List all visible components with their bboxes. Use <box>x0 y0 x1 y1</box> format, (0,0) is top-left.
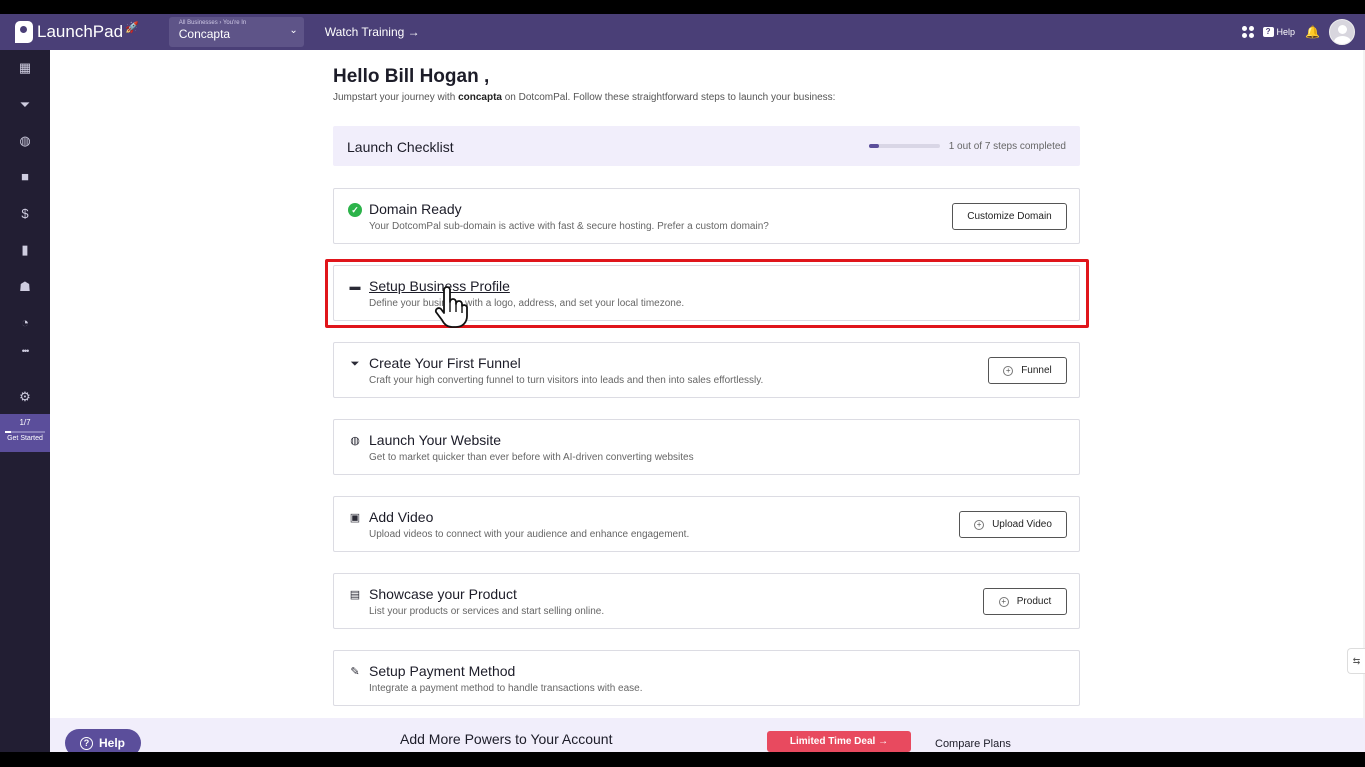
checklist-steps-text: 1 out of 7 steps completed <box>948 141 1066 152</box>
feedback-icon: ⇆ <box>1352 656 1361 666</box>
checklist-progress-bar <box>869 144 940 148</box>
sidebar-settings-icon[interactable]: ⚙ <box>17 389 33 405</box>
step-title[interactable]: Showcase your Product <box>369 586 517 602</box>
apps-grid-icon[interactable] <box>1241 26 1254 38</box>
sidebar-history-icon[interactable]: ◔ <box>17 315 33 331</box>
get-started-progress <box>5 431 45 433</box>
top-black-strip <box>0 0 1365 14</box>
step-action-label: Funnel <box>1021 365 1052 376</box>
step-title[interactable]: Setup Payment Method <box>369 663 515 679</box>
top-right-actions: ? Help 🔔 <box>1241 14 1365 50</box>
rocket-icon: 🚀 <box>125 21 139 34</box>
help-chat-icon: ? <box>1262 27 1274 37</box>
launchpad-logo[interactable]: LaunchPad 🚀 <box>15 21 139 43</box>
subtitle-suffix: on DotcomPal. Follow these straightforwa… <box>501 92 836 103</box>
checklist-title: Launch Checklist <box>347 139 454 155</box>
help-top-button[interactable]: ? Help <box>1262 27 1296 37</box>
help-floating-button[interactable]: ? Help <box>65 729 141 752</box>
plus-circle-icon: + <box>998 596 1009 607</box>
sidebar-contacts-icon[interactable]: ☗ <box>17 279 33 295</box>
step-action-button[interactable]: Customize Domain <box>952 203 1067 230</box>
check-circle-icon: ✓ <box>348 203 362 217</box>
step-description: Get to market quicker than ever before w… <box>369 452 694 463</box>
step-action-label: Upload Video <box>992 519 1052 530</box>
avatar[interactable] <box>1329 19 1355 45</box>
watch-training-link[interactable]: Watch Training → <box>325 25 420 39</box>
step-card-create-your-first-funnel[interactable]: ⏷ Create Your First Funnel Craft your high… <box>333 342 1080 398</box>
help-top-label: Help <box>1276 27 1296 37</box>
step-icon-add-video: ▣ <box>349 512 361 524</box>
step-card-domain-ready[interactable]: ✓ Domain Ready Your DotcomPal sub-domain i… <box>333 188 1080 244</box>
plus-circle-icon: + <box>974 519 985 530</box>
step-description: Upload videos to connect with your audie… <box>369 529 690 540</box>
sidebar-funnel-icon[interactable]: ⏷ <box>17 97 33 113</box>
subtitle-prefix: Jumpstart your journey with <box>333 92 459 103</box>
page-subtitle: Jumpstart your journey with concapta on … <box>333 92 835 103</box>
step-action-button[interactable]: + Product <box>983 588 1067 615</box>
business-switcher-name: Concapta <box>178 27 231 41</box>
sidebar-dollar-icon[interactable]: $ <box>17 206 33 222</box>
step-card-showcase-your-product[interactable]: ▤ Showcase your Product List your products… <box>333 573 1080 629</box>
step-title[interactable]: Create Your First Funnel <box>369 355 521 371</box>
step-description: List your products or services and start… <box>369 606 605 617</box>
get-started-button[interactable]: 1/7 Get Started <box>0 414 50 452</box>
promo-title: Add More Powers to Your Account <box>400 731 613 747</box>
step-action-button[interactable]: + Upload Video <box>959 511 1067 538</box>
chevron-down-icon: ⌄ <box>289 25 298 36</box>
sidebar-video-icon[interactable]: ■ <box>17 169 33 185</box>
main-content: Hello Bill Hogan , Jumpstart your journe… <box>50 50 1365 752</box>
step-title[interactable]: Add Video <box>369 509 433 525</box>
subtitle-business: concapta <box>458 92 502 103</box>
compare-plans-link[interactable]: Compare Plans <box>935 738 1011 750</box>
get-started-count: 1/7 <box>19 418 31 427</box>
promo-banner: Add More Powers to Your Account Limited … <box>50 718 1365 752</box>
step-card-setup-business-profile[interactable]: ▬ Setup Business Profile Define your busin… <box>333 265 1080 321</box>
step-description: Integrate a payment method to handle tra… <box>369 683 643 694</box>
sidebar-globe-icon[interactable]: ◍ <box>17 133 33 149</box>
step-action-label: Product <box>1016 596 1052 607</box>
plus-circle-icon: + <box>1003 365 1014 376</box>
step-card-setup-payment-method[interactable]: ✎ Setup Payment Method Integrate a payment… <box>333 650 1080 706</box>
step-action-button[interactable]: + Funnel <box>988 357 1067 384</box>
step-description: Define your business with a logo, addres… <box>369 298 685 309</box>
page-title: Hello Bill Hogan , <box>333 66 490 87</box>
logo-icon <box>15 21 33 43</box>
step-icon-setup-payment-method: ✎ <box>350 666 360 678</box>
step-icon-showcase-your-product: ▤ <box>349 589 361 601</box>
question-icon: ? <box>80 736 93 750</box>
step-title[interactable]: Setup Business Profile <box>369 278 510 294</box>
step-card-add-video[interactable]: ▣ Add Video Upload videos to connect with … <box>333 496 1080 552</box>
sidebar-dashboard-icon[interactable]: ▦ <box>17 60 33 76</box>
logo-text: LaunchPad <box>37 22 124 41</box>
step-icon-create-your-first-funnel: ⏷ <box>350 358 360 370</box>
checklist-progress-fill <box>869 144 879 148</box>
step-description: Craft your high converting funnel to tur… <box>369 375 764 386</box>
step-icon-launch-your-website: ◍ <box>350 435 360 447</box>
checklist-header: Launch Checklist 1 out of 7 steps comple… <box>333 126 1080 166</box>
step-title[interactable]: Domain Ready <box>369 201 462 217</box>
left-sidebar: ⚙ ••• ◔ ☗ ▮ $ ■ ◍ ⏷ ▦ 1/7 Get Started <box>0 50 50 752</box>
limited-time-deal-button[interactable]: Limited Time Deal → <box>767 731 911 752</box>
help-floating-label: Help <box>99 736 126 750</box>
edge-feedback-tab[interactable]: ⇆ <box>1347 648 1365 674</box>
step-title[interactable]: Launch Your Website <box>369 432 501 448</box>
sidebar-analytics-icon[interactable]: ▮ <box>17 242 33 258</box>
sidebar-more-icon[interactable]: ••• <box>13 343 37 359</box>
bell-icon[interactable]: 🔔 <box>1305 25 1320 39</box>
step-card-launch-your-website[interactable]: ◍ Launch Your Website Get to market quicke… <box>333 419 1080 475</box>
step-action-label: Customize Domain <box>967 211 1052 222</box>
step-description: Your DotcomPal sub-domain is active with… <box>369 221 769 232</box>
top-navbar: LaunchPad 🚀 All Businesses › You're In C… <box>0 14 1365 50</box>
business-switcher-crumb: All Businesses › You're In <box>178 20 247 26</box>
step-icon-setup-business-profile: ▬ <box>349 281 361 293</box>
bottom-black-strip <box>0 752 1365 767</box>
business-switcher[interactable]: All Businesses › You're In Concapta ⌄ <box>168 17 304 47</box>
get-started-label: Get Started <box>7 435 43 442</box>
